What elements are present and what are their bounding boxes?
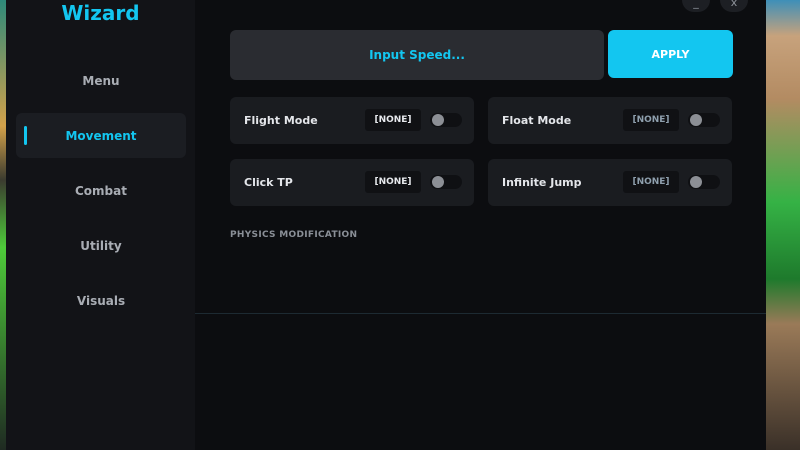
sidebar-item-combat[interactable]: Combat xyxy=(16,168,186,213)
divider xyxy=(195,313,766,314)
minimize-button[interactable]: _ xyxy=(682,0,710,12)
sidebar: Wizard Menu Movement Combat Utility Visu… xyxy=(6,0,195,450)
wizard-window: Wizard Menu Movement Combat Utility Visu… xyxy=(6,0,766,450)
toggle-label: Infinite Jump xyxy=(502,176,582,189)
sidebar-item-label: Menu xyxy=(82,73,120,88)
sidebar-item-utility[interactable]: Utility xyxy=(16,223,186,268)
keybind-button[interactable]: [NONE] xyxy=(623,109,679,131)
toggle-card-flight-mode: Flight Mode [NONE] xyxy=(230,97,474,144)
toggle-knob xyxy=(432,114,444,126)
close-button[interactable]: x xyxy=(720,0,748,12)
sidebar-item-label: Movement xyxy=(65,128,137,143)
toggle-label: Click TP xyxy=(244,176,293,189)
sidebar-item-visuals[interactable]: Visuals xyxy=(16,278,186,323)
toggle-card-float-mode: Float Mode [NONE] xyxy=(488,97,732,144)
keybind-button[interactable]: [NONE] xyxy=(365,109,421,131)
infinite-jump-toggle[interactable] xyxy=(688,175,720,189)
apply-button[interactable]: APPLY xyxy=(608,30,733,78)
float-mode-toggle[interactable] xyxy=(688,113,720,127)
app-title: Wizard xyxy=(61,1,140,25)
click-tp-toggle[interactable] xyxy=(430,175,462,189)
toggle-label: Flight Mode xyxy=(244,114,318,127)
toggle-card-click-tp: Click TP [NONE] xyxy=(230,159,474,206)
sidebar-item-label: Utility xyxy=(80,238,122,253)
game-background-right xyxy=(766,0,800,450)
keybind-button[interactable]: [NONE] xyxy=(365,171,421,193)
section-title: PHYSICS MODIFICATION xyxy=(230,230,358,240)
keybind-button[interactable]: [NONE] xyxy=(623,171,679,193)
toggle-card-infinite-jump: Infinite Jump [NONE] xyxy=(488,159,732,206)
sidebar-item-movement[interactable]: Movement xyxy=(16,113,186,158)
toggle-knob xyxy=(690,176,702,188)
speed-input[interactable] xyxy=(230,30,604,80)
toggle-knob xyxy=(432,176,444,188)
flight-mode-toggle[interactable] xyxy=(430,113,462,127)
minimize-icon: _ xyxy=(693,0,699,9)
toggle-knob xyxy=(690,114,702,126)
sidebar-item-label: Visuals xyxy=(76,293,126,308)
toggle-label: Float Mode xyxy=(502,114,572,127)
sidebar-item-label: Combat xyxy=(75,183,127,198)
sidebar-item-menu[interactable]: Menu xyxy=(16,58,186,103)
close-icon: x xyxy=(730,0,738,9)
apply-button-label: APPLY xyxy=(651,47,690,61)
